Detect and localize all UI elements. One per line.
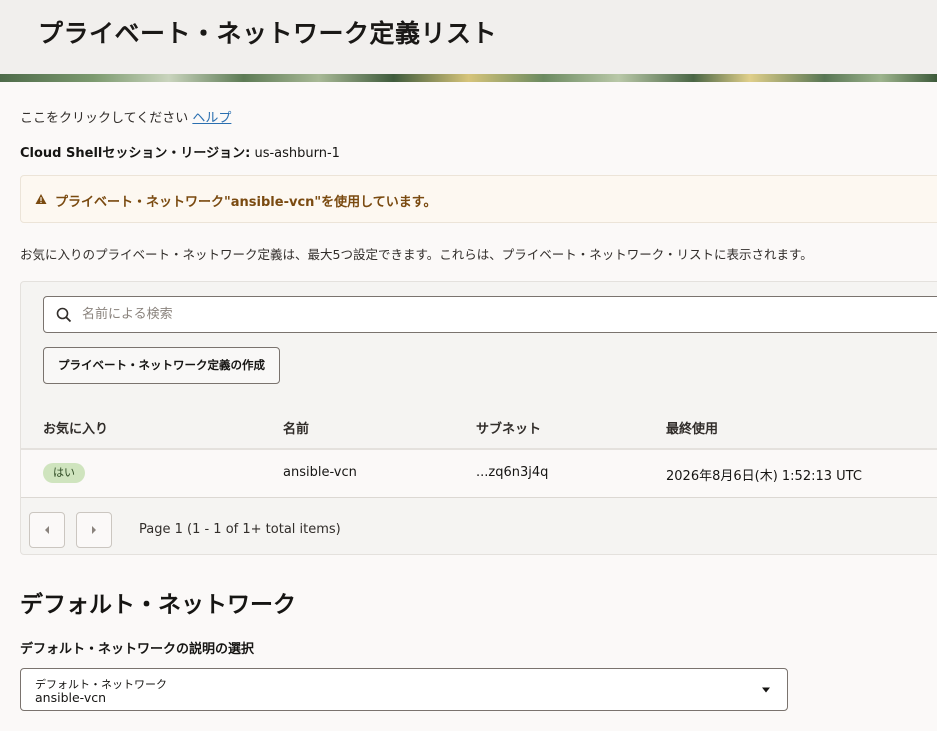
previous-page-button[interactable] — [29, 512, 65, 548]
warning-triangle-icon — [35, 194, 47, 204]
warning-text: プライベート・ネットワーク"ansible-vcn"を使用しています。 — [55, 195, 437, 210]
pagination-status: Page 1 (1 - 1 of 1+ total items) — [139, 522, 341, 537]
column-header-last-used[interactable]: 最終使用 — [666, 418, 718, 437]
default-network-select-label: デフォルト・ネットワークの説明の選択 — [20, 642, 255, 657]
table-row[interactable]: はい ansible-vcn ...zq6n3j4q 2026年8月6日(木) … — [21, 450, 937, 497]
cell-name: ansible-vcn — [283, 465, 357, 480]
page-title: プライベート・ネットワーク定義リスト — [38, 19, 498, 48]
page-header: プライベート・ネットワーク定義リスト — [0, 0, 937, 74]
column-header-subnet[interactable]: サブネット — [476, 418, 541, 437]
chevron-right-icon — [92, 526, 96, 534]
column-header-name[interactable]: 名前 — [283, 418, 309, 437]
cell-subnet: ...zq6n3j4q — [476, 465, 549, 480]
search-icon — [56, 307, 72, 323]
network-table-card: プライベート・ネットワーク定義の作成 お気に入り 名前 サブネット 最終使用 は… — [20, 281, 937, 555]
favorite-badge: はい — [43, 463, 85, 483]
column-header-favorite[interactable]: お気に入り — [43, 418, 108, 437]
cell-last-used: 2026年8月6日(木) 1:52:13 UTC — [666, 469, 862, 484]
next-page-button[interactable] — [76, 512, 112, 548]
decorative-banner — [0, 74, 937, 82]
warning-message-box: プライベート・ネットワーク"ansible-vcn"を使用しています。 — [20, 175, 937, 223]
create-network-button[interactable]: プライベート・ネットワーク定義の作成 — [43, 347, 280, 384]
help-link[interactable]: ヘルプ — [192, 111, 231, 126]
help-line: ここをクリックしてください ヘルプ — [20, 107, 231, 126]
default-network-title: デフォルト・ネットワーク — [20, 592, 296, 618]
select-value: ansible-vcn — [35, 690, 107, 705]
search-box[interactable] — [43, 296, 937, 333]
default-network-select[interactable]: デフォルト・ネットワーク ansible-vcn — [20, 668, 788, 711]
favorites-description: お気に入りのプライベート・ネットワーク定義は、最大5つ設定できます。これらは、プ… — [20, 247, 813, 262]
chevron-down-icon — [762, 687, 770, 693]
region-line: Cloud Shellセッション・リージョン: us-ashburn-1 — [20, 142, 340, 161]
region-label: Cloud Shellセッション・リージョン: — [20, 146, 251, 161]
chevron-left-icon — [45, 526, 49, 534]
help-prefix: ここをクリックしてください — [20, 111, 189, 126]
search-input[interactable] — [82, 298, 932, 331]
region-value: us-ashburn-1 — [254, 146, 340, 161]
row-divider — [21, 497, 937, 498]
